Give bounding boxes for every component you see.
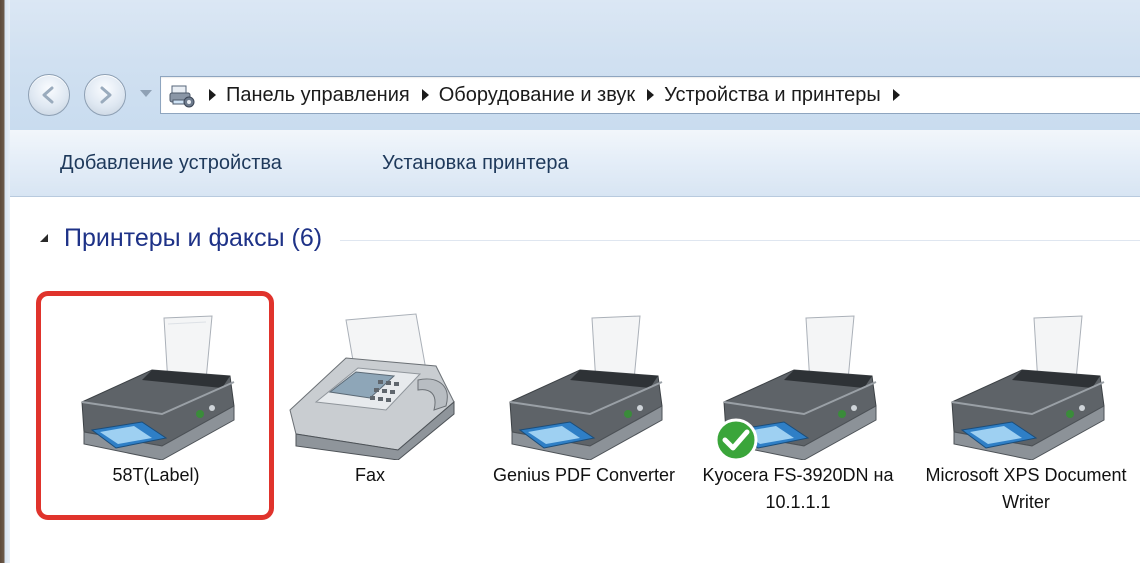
- device-label: Genius PDF Converter: [492, 465, 676, 485]
- breadcrumb-separator[interactable]: [421, 89, 429, 101]
- install-printer-button[interactable]: Установка принтера: [376, 150, 575, 177]
- breadcrumb-control-panel[interactable]: Панель управления: [226, 84, 410, 107]
- device-58t-label[interactable]: 58T(Label): [52, 290, 260, 560]
- printer-icon: [509, 315, 663, 460]
- devices-and-printers-icon: [167, 80, 197, 110]
- window-title-area: [10, 0, 1140, 62]
- address-bar[interactable]: Панель управления Оборудование и звук Ус…: [160, 76, 1140, 114]
- window-frame-edge: [0, 0, 10, 563]
- device-kyocera-fs-3920dn[interactable]: Kyocera FS-3920DN на 10.1.1.1: [694, 290, 902, 560]
- default-printer-check-icon: [714, 418, 758, 462]
- command-toolbar: Добавление устройства Установка принтера: [10, 130, 1140, 197]
- group-title: Принтеры и факсы (6): [64, 223, 323, 252]
- recent-pages-dropdown[interactable]: [140, 90, 152, 97]
- forward-button[interactable]: [84, 74, 126, 116]
- breadcrumb-hardware-sound[interactable]: Оборудование и звук: [439, 84, 635, 107]
- forward-arrow-icon: [100, 86, 112, 104]
- group-divider: [340, 239, 1140, 241]
- printer-icon: [81, 315, 235, 460]
- printer-icon: [951, 315, 1105, 460]
- breadcrumb-separator[interactable]: [647, 89, 655, 101]
- device-label: Fax: [354, 465, 385, 485]
- device-genius-pdf-converter[interactable]: Genius PDF Converter: [480, 290, 688, 560]
- breadcrumb-devices-printers[interactable]: Устройства и принтеры: [664, 84, 881, 107]
- device-label: Kyocera FS-3920DN на 10.1.1.1: [702, 465, 894, 512]
- add-device-button[interactable]: Добавление устройства: [54, 150, 288, 177]
- printers-group-header[interactable]: Принтеры и факсы (6): [38, 218, 1140, 258]
- device-label: 58T(Label): [112, 465, 200, 485]
- fax-icon: [289, 313, 455, 460]
- breadcrumb-separator[interactable]: [892, 89, 900, 101]
- navigation-bar: Панель управления Оборудование и звук Ус…: [10, 62, 1140, 130]
- device-microsoft-xps-document-writer[interactable]: Microsoft XPS Document Writer: [922, 290, 1130, 560]
- device-label: Microsoft XPS Document Writer: [925, 465, 1127, 512]
- device-fax[interactable]: Fax: [266, 290, 474, 560]
- collapse-triangle-icon[interactable]: [38, 232, 50, 244]
- back-button[interactable]: [28, 74, 70, 116]
- breadcrumb-separator[interactable]: [209, 89, 216, 101]
- back-arrow-icon: [42, 86, 54, 104]
